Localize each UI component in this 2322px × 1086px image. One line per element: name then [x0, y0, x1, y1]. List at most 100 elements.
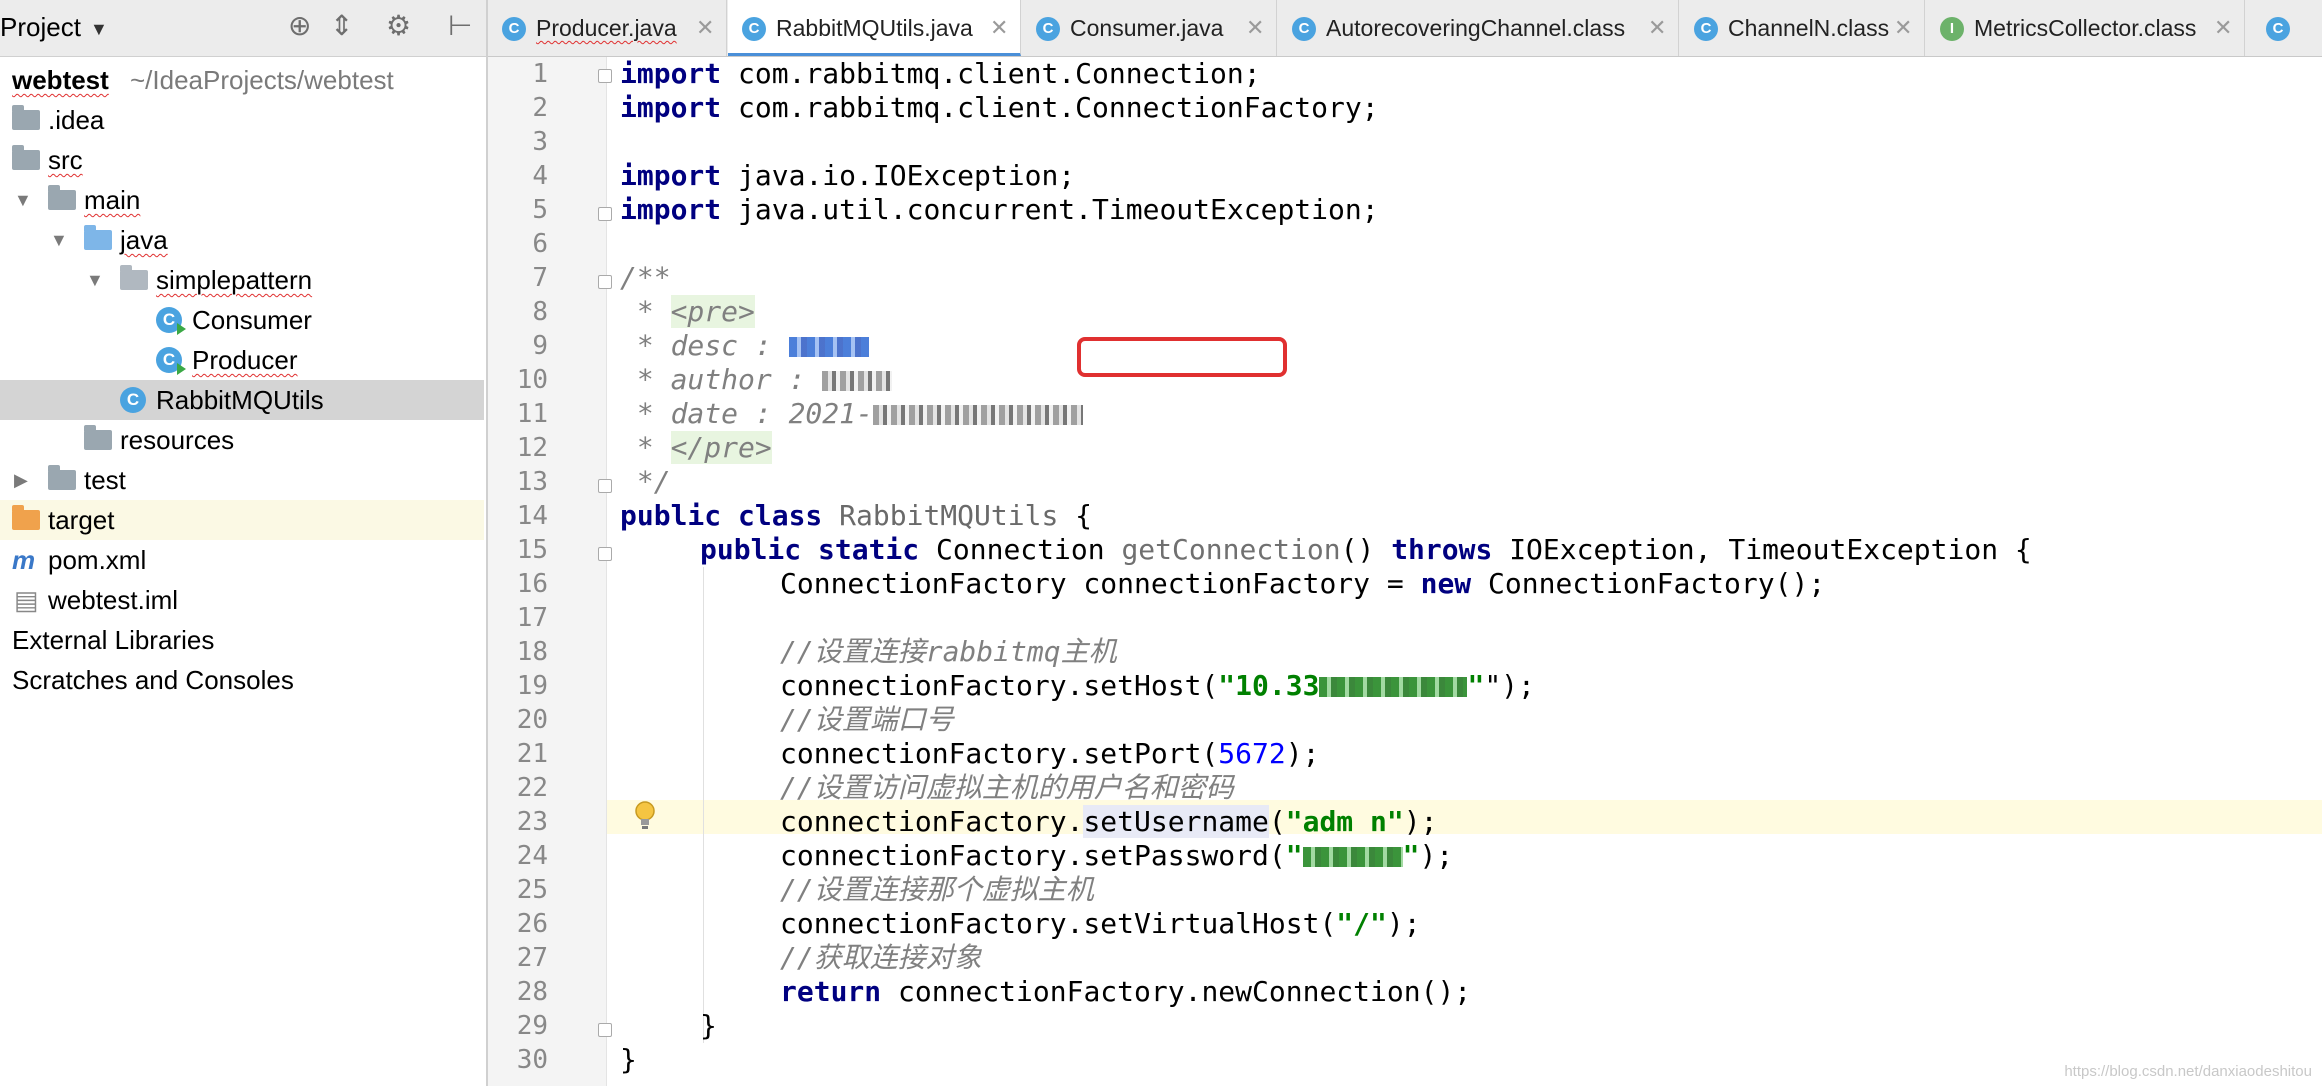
tab-channeln[interactable]: C ChannelN.class ✕ [1680, 0, 1925, 56]
code-line-16: ConnectionFactory connectionFactory = ne… [780, 567, 1825, 601]
fold-marker-icon[interactable] [598, 207, 612, 221]
code-line-14: public class RabbitMQUtils { [620, 499, 1092, 533]
line-number: 9 [532, 331, 548, 361]
method-name[interactable]: getConnection [1121, 533, 1340, 566]
tab-overflow[interactable]: C [2246, 0, 2322, 56]
class-name[interactable]: RabbitMQUtils [839, 499, 1058, 532]
line-number: 5 [532, 195, 548, 225]
folder-icon [48, 465, 76, 490]
line-number: 17 [516, 603, 548, 633]
collapse-all-icon[interactable]: ⇕ [330, 10, 353, 42]
package-icon [120, 265, 148, 290]
fold-marker-icon[interactable] [598, 479, 612, 493]
tree-item-simplepattern[interactable]: ▼ simplepattern [0, 260, 484, 300]
expanded-arrow-icon[interactable]: ▼ [86, 260, 104, 300]
project-panel-header: Project ▼ ⊕ ⇕ ⚙ ⊢ [0, 0, 486, 57]
expanded-arrow-icon[interactable]: ▼ [50, 220, 68, 260]
tree-item-label: RabbitMQUtils [156, 385, 324, 415]
tree-item-label: webtest.iml [48, 585, 179, 615]
fold-marker-icon[interactable] [598, 69, 612, 83]
source-folder-icon [84, 225, 112, 250]
tab-consumer[interactable]: C Consumer.java ✕ [1022, 0, 1277, 56]
tab-producer[interactable]: C Producer.java ✕ [488, 0, 727, 56]
tree-item-java[interactable]: ▼ java [0, 220, 484, 260]
tree-item-target[interactable]: target [0, 500, 484, 540]
line-number: 10 [516, 365, 548, 395]
tab-label: RabbitMQUtils.java [776, 15, 973, 41]
tree-item-webtest[interactable]: webtest ~/IdeaProjects/webtest [0, 60, 484, 100]
locate-icon[interactable]: ⊕ [288, 10, 311, 42]
code-text: { [1058, 499, 1093, 532]
code-line-13: */ [620, 465, 671, 498]
close-icon[interactable]: ✕ [696, 0, 714, 56]
close-icon[interactable]: ✕ [1894, 0, 1912, 56]
folder-icon [48, 185, 76, 210]
tree-item-pom[interactable]: m pom.xml [0, 540, 484, 580]
tree-item-rabbitmqutils[interactable]: C RabbitMQUtils [0, 380, 484, 420]
tab-rabbitmqutils[interactable]: C RabbitMQUtils.java ✕ [728, 0, 1021, 56]
code-line-11: * date : 2021- [620, 397, 1083, 431]
tab-autorecoveringchannel[interactable]: C AutorecoveringChannel.class ✕ [1278, 0, 1679, 56]
indent-guide [703, 567, 704, 1043]
string-literal-start: " [1285, 839, 1303, 872]
close-icon[interactable]: ✕ [990, 0, 1008, 56]
tree-item-label: main [84, 185, 141, 215]
line-number: 18 [516, 637, 548, 667]
expanded-arrow-icon[interactable]: ▼ [14, 180, 32, 220]
lightbulb-icon[interactable] [634, 801, 656, 831]
code-line-10: * author : [620, 363, 893, 397]
line-number: 2 [532, 93, 548, 123]
tree-item-label: src [48, 145, 83, 175]
interface-icon: I [1940, 17, 1964, 41]
fold-marker-icon[interactable] [598, 275, 612, 289]
tree-item-src[interactable]: src [0, 140, 484, 180]
string-literal-end: " [1402, 839, 1420, 872]
tree-item-resources[interactable]: resources [0, 420, 484, 460]
tree-item-test[interactable]: ▶ test [0, 460, 484, 500]
tree-item-label: java [120, 225, 168, 255]
collapsed-arrow-icon[interactable]: ▶ [14, 460, 28, 500]
line-number: 24 [516, 841, 548, 871]
line-number: 29 [516, 1011, 548, 1041]
tree-item-scratches[interactable]: Scratches and Consoles [0, 660, 484, 700]
tree-item-label: simplepattern [156, 265, 313, 295]
close-icon[interactable]: ✕ [1648, 0, 1666, 56]
code-text: java.io.IOException; [738, 159, 1076, 192]
method-call[interactable]: setUsername [1083, 805, 1269, 838]
code-text: * desc : [620, 329, 772, 362]
editor-tab-bar: C Producer.java ✕ C RabbitMQUtils.java ✕… [488, 0, 2322, 57]
code-line-20: //设置端口号 [780, 703, 954, 736]
class-icon: C [2266, 17, 2290, 41]
tab-metricscollector[interactable]: I MetricsCollector.class ✕ [1926, 0, 2245, 56]
line-number: 15 [516, 535, 548, 565]
code-line-22: //设置访问虚拟主机的用户名和密码 [780, 771, 1234, 804]
gear-icon[interactable]: ⚙ [386, 10, 411, 42]
tree-item-main[interactable]: ▼ main [0, 180, 484, 220]
line-number: 4 [532, 161, 548, 191]
tree-item-label: External Libraries [12, 625, 215, 655]
number-literal: 5672 [1218, 737, 1286, 770]
tree-item-idea[interactable]: .idea [0, 100, 484, 140]
tree-item-label: target [48, 505, 115, 535]
code-editor[interactable]: 1 2 3 4 5 6 7 8 9 10 11 12 13 14 15 16 17 18 19 20 21 22 23 24 2… [488, 57, 2322, 1086]
code-text: * [620, 295, 671, 328]
close-icon[interactable]: ✕ [2214, 0, 2232, 56]
excluded-folder-icon [12, 505, 40, 530]
close-icon[interactable]: ✕ [1246, 0, 1264, 56]
code-text: com.rabbitmq.client.Connection; [738, 57, 1261, 90]
folder-icon [12, 105, 40, 130]
fold-marker-icon[interactable] [598, 547, 612, 561]
doc-tag: <pre> [670, 295, 755, 328]
fold-marker-icon[interactable] [598, 1023, 612, 1037]
keyword: public class [620, 499, 823, 532]
project-view-title[interactable]: Project [0, 12, 81, 43]
redacted-text [872, 405, 1083, 425]
tree-item-external-libraries[interactable]: External Libraries [0, 620, 484, 660]
hide-panel-icon[interactable]: ⊢ [448, 10, 472, 42]
chevron-down-icon[interactable]: ▼ [90, 19, 108, 40]
code-text: com.rabbitmq.client.ConnectionFactory; [738, 91, 1379, 124]
keyword: import [620, 57, 722, 90]
tree-item-iml[interactable]: ▤ webtest.iml [0, 580, 484, 620]
tree-item-producer[interactable]: C Producer [0, 340, 484, 380]
tree-item-consumer[interactable]: C Consumer [0, 300, 484, 340]
